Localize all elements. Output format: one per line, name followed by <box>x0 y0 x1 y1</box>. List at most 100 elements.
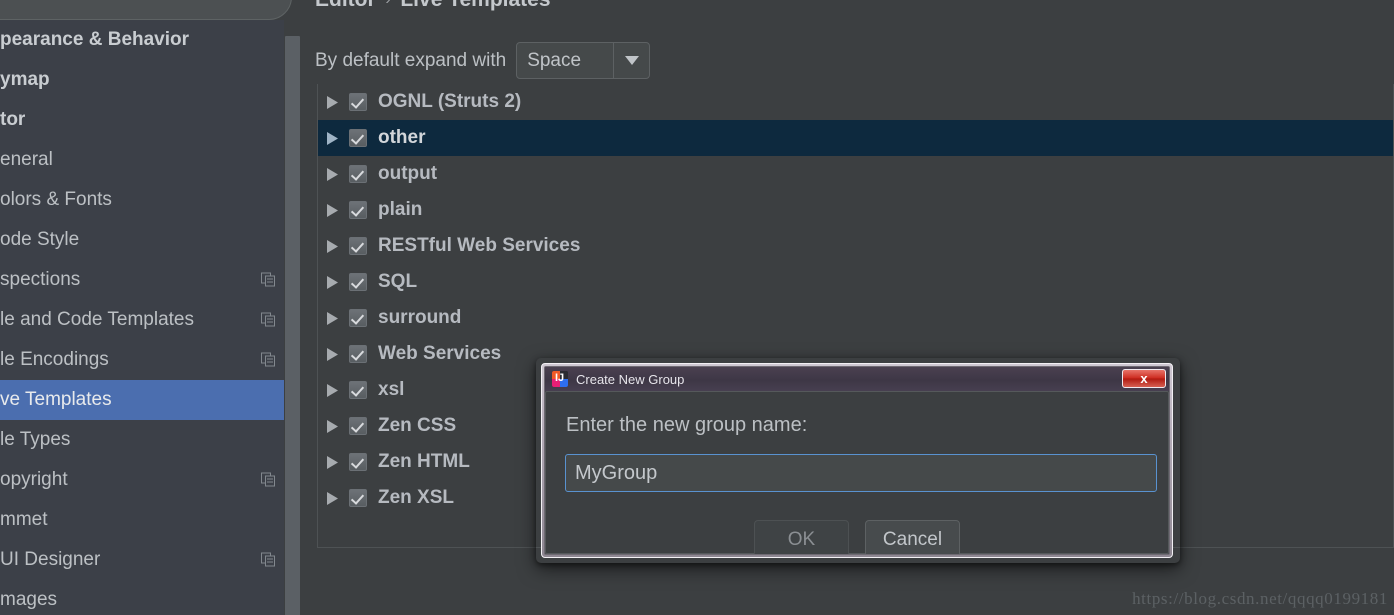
group-enabled-checkbox[interactable] <box>349 237 367 255</box>
copy-icon[interactable] <box>261 552 276 568</box>
expand-with-combobox[interactable]: Space <box>516 42 651 79</box>
template-group-row[interactable]: output <box>318 156 1393 192</box>
sidebar-item-label: le Encodings <box>0 349 109 370</box>
template-group-row[interactable]: other <box>318 120 1393 156</box>
sidebar-item[interactable]: ve Templates <box>0 380 284 420</box>
expand-arrow-icon[interactable] <box>327 311 349 325</box>
sidebar-item[interactable]: pearance & Behavior <box>0 20 284 60</box>
group-enabled-checkbox[interactable] <box>349 273 367 291</box>
group-enabled-checkbox[interactable] <box>349 381 367 399</box>
sidebar-scrollbar-track[interactable] <box>284 26 301 615</box>
expand-arrow-icon[interactable] <box>327 203 349 217</box>
sidebar-scrollbar-thumb[interactable] <box>285 36 300 615</box>
group-enabled-checkbox[interactable] <box>349 417 367 435</box>
template-group-label: OGNL (Struts 2) <box>378 91 522 112</box>
breadcrumb-parent[interactable]: Editor <box>315 0 376 11</box>
template-group-label: Web Services <box>378 343 502 364</box>
expand-arrow-icon[interactable] <box>327 347 349 361</box>
sidebar-item[interactable]: mmet <box>0 500 284 540</box>
group-enabled-checkbox[interactable] <box>349 453 367 471</box>
sidebar-item[interactable]: opyright <box>0 460 284 500</box>
template-group-label: OGNL <box>378 84 433 86</box>
template-group-row[interactable]: plain <box>318 192 1393 228</box>
sidebar-item-label: pearance & Behavior <box>0 29 190 50</box>
expand-arrow-icon[interactable] <box>327 239 349 253</box>
expand-arrow-icon[interactable] <box>327 419 349 433</box>
template-group-label: Zen CSS <box>378 415 457 436</box>
template-group-label: SQL <box>378 271 418 292</box>
expand-arrow-icon[interactable] <box>327 383 349 397</box>
settings-window: pearance & Behavior ymap tor eneral olors & … <box>0 0 1394 615</box>
group-enabled-checkbox[interactable] <box>349 201 367 219</box>
expand-arrow-icon[interactable] <box>327 491 349 505</box>
settings-sidebar: pearance & Behavior ymap tor eneral olors & … <box>0 20 284 615</box>
template-group-label: RESTful Web Services <box>378 235 581 256</box>
expand-with-value: Space <box>527 49 582 71</box>
close-icon[interactable]: x <box>1122 369 1166 388</box>
sidebar-item[interactable]: le Encodings <box>0 340 284 380</box>
sidebar-item-label: le Types <box>0 429 71 450</box>
sidebar-item[interactable]: spections <box>0 260 284 300</box>
expand-arrow-icon[interactable] <box>327 455 349 469</box>
breadcrumb-current: Live Templates <box>400 0 550 11</box>
copy-icon[interactable] <box>261 472 276 488</box>
cancel-button[interactable]: Cancel <box>865 520 960 554</box>
template-group-row[interactable]: surround <box>318 300 1393 336</box>
breadcrumb: Editor › Live Templates <box>315 0 551 12</box>
dialog-body: Enter the new group name: OK Cancel <box>545 391 1169 554</box>
sidebar-item-label: le and Code Templates <box>0 309 194 330</box>
template-group-label: Zen HTML <box>378 451 470 472</box>
group-enabled-checkbox[interactable] <box>349 489 367 507</box>
sidebar-item[interactable]: ode Style <box>0 220 284 260</box>
group-name-prompt: Enter the new group name: <box>566 414 808 436</box>
sidebar-item[interactable]: ymap <box>0 60 284 100</box>
copy-icon[interactable] <box>261 352 276 368</box>
sidebar-item-label: mages <box>0 589 58 610</box>
expand-arrow-icon[interactable] <box>327 167 349 181</box>
sidebar-item[interactable]: mages <box>0 580 284 615</box>
sidebar-item-label: ve Templates <box>0 389 112 410</box>
expand-arrow-icon[interactable] <box>327 131 349 145</box>
group-enabled-checkbox[interactable] <box>349 93 367 111</box>
sidebar-item[interactable]: tor <box>0 100 284 140</box>
sidebar-item-label: mmet <box>0 509 48 530</box>
dialog-button-row: OK Cancel <box>546 520 1168 554</box>
settings-search-box[interactable] <box>0 0 292 20</box>
sidebar-item-label: tor <box>0 109 26 130</box>
copy-icon[interactable] <box>261 272 276 288</box>
sidebar-item-label: opyright <box>0 469 68 490</box>
sidebar-item-label: ode Style <box>0 229 80 250</box>
sidebar-item[interactable]: le Types <box>0 420 284 460</box>
template-group-label: Zen XSL <box>378 487 455 508</box>
sidebar-item[interactable]: UI Designer <box>0 540 284 580</box>
expand-arrow-icon[interactable] <box>327 95 349 109</box>
expand-with-row: By default expand with Space <box>315 42 651 79</box>
chevron-down-icon[interactable] <box>613 43 649 78</box>
group-enabled-checkbox[interactable] <box>349 165 367 183</box>
copy-icon[interactable] <box>261 312 276 328</box>
sidebar-item[interactable]: eneral <box>0 140 284 180</box>
group-enabled-checkbox[interactable] <box>349 129 367 147</box>
group-enabled-checkbox[interactable] <box>349 309 367 327</box>
template-group-row[interactable]: RESTful Web Services <box>318 228 1393 264</box>
dialog-frame: IJ Create New Group x Enter the new grou… <box>544 366 1170 555</box>
expand-with-label: By default expand with <box>315 49 507 71</box>
template-group-row[interactable]: SQL <box>318 264 1393 300</box>
sidebar-item[interactable]: olors & Fonts <box>0 180 284 220</box>
watermark-text: https://blog.csdn.net/qqqq0199181 <box>1132 589 1388 608</box>
dialog-titlebar[interactable]: IJ Create New Group x <box>545 367 1169 391</box>
group-enabled-checkbox[interactable] <box>349 345 367 363</box>
expand-arrow-icon[interactable] <box>327 275 349 289</box>
ok-button[interactable]: OK <box>754 520 849 554</box>
template-group-row[interactable]: OGNL (Struts 2) <box>318 84 1393 120</box>
dialog-title: Create New Group <box>576 371 685 387</box>
intellij-idea-icon: IJ <box>552 371 568 387</box>
app-icon-letter: IJ <box>555 372 565 384</box>
template-group-label: output <box>378 163 438 184</box>
sidebar-item[interactable]: le and Code Templates <box>0 300 284 340</box>
group-name-input[interactable] <box>565 454 1157 492</box>
template-group-label: other <box>378 127 426 148</box>
sidebar-item-label: spections <box>0 269 81 290</box>
template-group-label: plain <box>378 199 423 220</box>
sidebar-list: pearance & Behavior ymap tor eneral olors & … <box>0 20 284 615</box>
